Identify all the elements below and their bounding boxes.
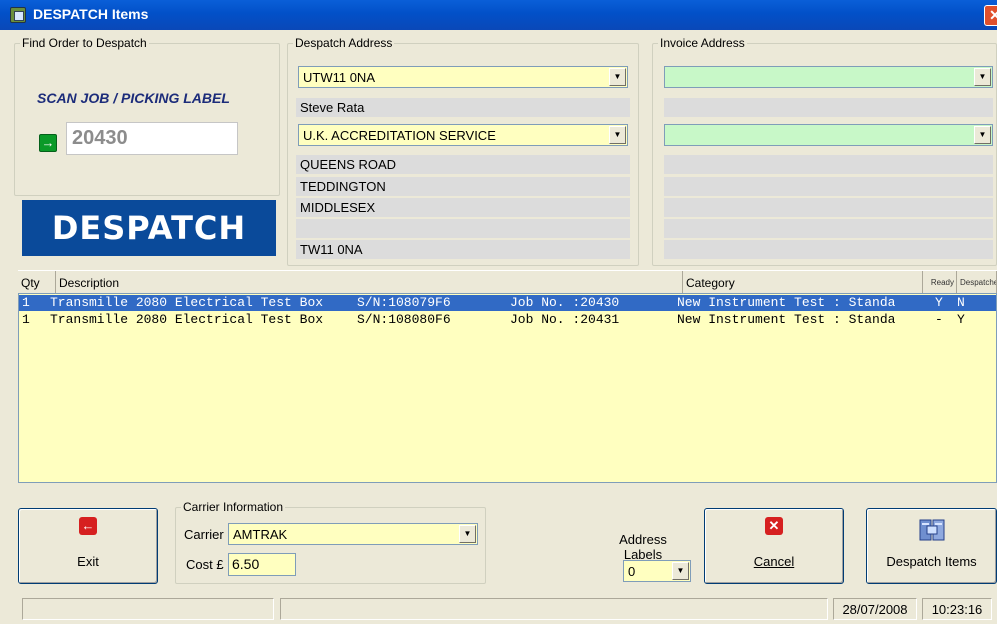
column-header-despatched[interactable]: Despatched — [957, 271, 997, 293]
job-number-input[interactable]: 20430 — [66, 122, 238, 155]
cost-label: Cost £ — [186, 557, 224, 572]
row-category: New Instrument Test : Standa — [677, 295, 896, 310]
row-qty: 1 — [22, 295, 30, 310]
column-header-ready[interactable]: Ready — [923, 271, 957, 293]
despatch-address-legend: Despatch Address — [295, 36, 393, 50]
despatch-address-line: QUEENS ROAD — [296, 155, 630, 174]
despatch-address-line: TW11 0NA — [296, 240, 630, 259]
address-labels-label: Address Labels — [616, 532, 670, 562]
despatch-banner: DESPATCH — [22, 200, 276, 256]
row-ready: - — [935, 312, 943, 327]
arrow-left-icon: ← — [79, 517, 97, 535]
despatch-window: Find Order to Despatch SCAN JOB / PICKIN… — [8, 30, 997, 624]
items-list-header: Qty Description Category Ready Despatche… — [18, 270, 997, 293]
chevron-down-icon[interactable]: ▼ — [609, 126, 626, 144]
despatch-company-value: U.K. ACCREDITATION SERVICE — [303, 128, 496, 143]
exit-label: Exit — [77, 554, 99, 569]
column-header-description[interactable]: Description — [56, 271, 683, 293]
despatch-address-line: TEDDINGTON — [296, 177, 630, 196]
despatch-items-label: Despatch Items — [886, 554, 977, 569]
list-item[interactable]: 1 Transmille 2080 Electrical Test Box S/… — [19, 295, 996, 311]
cancel-x-icon: ✕ — [765, 517, 783, 535]
row-ready: Y — [935, 295, 943, 310]
find-order-group: Find Order to Despatch — [14, 36, 280, 196]
cancel-button[interactable]: ✕ Cancel — [704, 508, 844, 584]
invoice-company-select[interactable]: ▼ — [664, 124, 993, 146]
row-description: Transmille 2080 Electrical Test Box — [50, 312, 324, 327]
row-serial: S/N:108079F6 — [357, 295, 451, 310]
items-list[interactable]: 1 Transmille 2080 Electrical Test Box S/… — [18, 293, 997, 483]
chevron-down-icon[interactable]: ▼ — [974, 68, 991, 86]
row-description: Transmille 2080 Electrical Test Box — [50, 295, 324, 310]
find-order-legend: Find Order to Despatch — [22, 36, 147, 50]
scan-label: SCAN JOB / PICKING LABEL — [37, 90, 230, 106]
despatch-contact: Steve Rata — [296, 98, 630, 117]
chevron-down-icon[interactable]: ▼ — [459, 525, 476, 543]
list-item[interactable]: 1 Transmille 2080 Electrical Test Box S/… — [19, 312, 996, 328]
carrier-label: Carrier — [184, 527, 224, 542]
row-job: Job No. :20431 — [510, 312, 620, 327]
chevron-down-icon[interactable]: ▼ — [974, 126, 991, 144]
invoice-address-line — [664, 240, 993, 259]
invoice-address-line — [664, 219, 993, 238]
status-bar: 28/07/2008 10:23:16 — [8, 596, 997, 624]
title-bar: DESPATCH Items ✕ — [0, 0, 997, 30]
address-labels-select[interactable]: 0 ▼ — [623, 560, 691, 582]
app-icon — [10, 7, 26, 23]
despatch-postcode-select[interactable]: UTW11 0NA ▼ — [298, 66, 628, 88]
cost-input[interactable]: 6.50 — [228, 553, 296, 576]
column-header-category[interactable]: Category — [683, 271, 923, 293]
exit-button[interactable]: ← Exit — [18, 508, 158, 584]
chevron-down-icon[interactable]: ▼ — [672, 562, 689, 580]
row-despatched: Y — [957, 312, 965, 327]
row-despatched: N — [957, 295, 965, 310]
close-button[interactable]: ✕ — [984, 5, 997, 26]
despatch-postcode-value: UTW11 0NA — [303, 70, 375, 85]
invoice-address-line — [664, 198, 993, 217]
despatch-address-line — [296, 219, 630, 238]
status-date: 28/07/2008 — [833, 598, 917, 620]
invoice-address-line — [664, 177, 993, 196]
status-panel — [280, 598, 828, 620]
arrow-right-icon[interactable]: → — [39, 134, 57, 152]
invoice-postcode-select[interactable]: ▼ — [664, 66, 993, 88]
invoice-contact — [664, 98, 993, 117]
address-labels-line: Address — [619, 532, 667, 547]
cancel-label: Cancel — [753, 554, 795, 569]
status-panel — [22, 598, 274, 620]
column-header-qty[interactable]: Qty — [18, 271, 56, 293]
row-serial: S/N:108080F6 — [357, 312, 451, 327]
window-title: DESPATCH Items — [33, 6, 149, 22]
carrier-info-legend: Carrier Information — [183, 500, 284, 514]
despatch-items-button[interactable]: Despatch Items — [866, 508, 997, 584]
status-time: 10:23:16 — [922, 598, 992, 620]
address-labels-value: 0 — [628, 564, 636, 579]
row-category: New Instrument Test : Standa — [677, 312, 896, 327]
invoice-address-line — [664, 155, 993, 174]
despatch-company-select[interactable]: U.K. ACCREDITATION SERVICE ▼ — [298, 124, 628, 146]
computer-icon — [919, 519, 944, 541]
invoice-address-legend: Invoice Address — [660, 36, 745, 50]
carrier-value: AMTRAK — [233, 527, 288, 542]
despatch-address-line: MIDDLESEX — [296, 198, 630, 217]
row-job: Job No. :20430 — [510, 295, 620, 310]
row-qty: 1 — [22, 312, 30, 327]
chevron-down-icon[interactable]: ▼ — [609, 68, 626, 86]
carrier-select[interactable]: AMTRAK ▼ — [228, 523, 478, 545]
